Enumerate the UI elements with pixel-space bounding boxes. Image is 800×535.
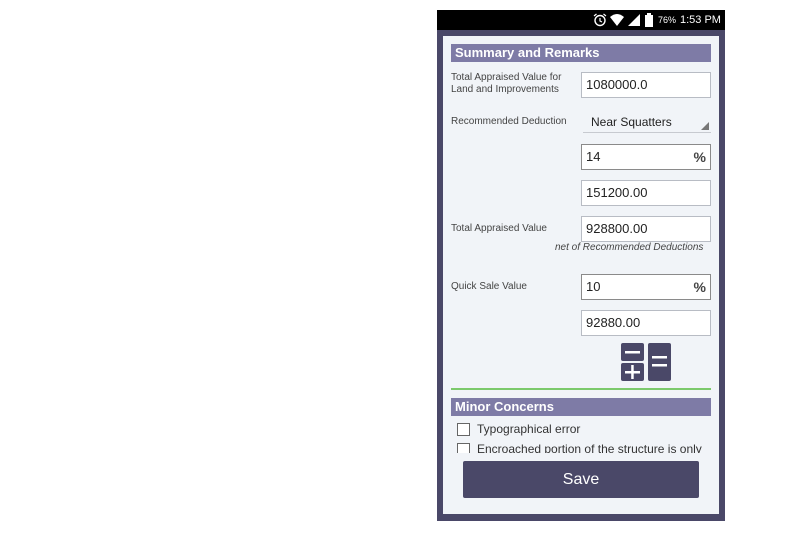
minor-concerns-header: Minor Concerns	[451, 398, 711, 416]
total-appraised-label: Total Appraised Value	[451, 223, 547, 234]
quick-sale-amount-value: 92880.00	[586, 315, 641, 330]
quick-sale-label: Quick Sale Value	[451, 281, 527, 292]
dropdown-underline	[583, 132, 711, 133]
total-appraised-value: 928800.00	[586, 221, 648, 236]
deduction-amount-field[interactable]: 151200.00	[581, 180, 711, 206]
deduction-percent-value: 14	[586, 149, 601, 164]
quick-sale-amount-field[interactable]: 92880.00	[581, 310, 711, 336]
total-land-value-field[interactable]: 1080000.0	[581, 72, 711, 98]
wifi-icon	[610, 14, 624, 26]
total-appraised-field[interactable]: 928800.00	[581, 216, 711, 242]
section-divider	[451, 388, 711, 390]
concern-label: Typographical error	[477, 422, 581, 436]
quick-sale-percent-field[interactable]: 10 %	[581, 274, 711, 300]
quick-sale-percent-value: 10	[586, 279, 601, 294]
recommended-deduction-dropdown[interactable]: Near Squatters	[583, 113, 711, 133]
calculator-icon[interactable]	[621, 343, 671, 381]
percent-icon: %	[693, 279, 706, 295]
form-card: Summary and Remarks Total Appraised Valu…	[443, 36, 719, 514]
phone-screen: 76% 1:53 PM Summary and Remarks Total Ap…	[437, 10, 725, 521]
signal-icon	[628, 14, 640, 26]
recommended-deduction-value: Near Squatters	[591, 115, 672, 129]
alarm-icon	[593, 13, 607, 27]
net-deductions-note: net of Recommended Deductions	[555, 242, 704, 253]
clock-time: 1:53 PM	[680, 14, 721, 26]
total-land-label: Total Appraised Value for Land and Impro…	[451, 72, 562, 95]
battery-icon	[645, 13, 653, 27]
recommended-deduction-label: Recommended Deduction	[451, 116, 567, 127]
dropdown-arrow-icon	[701, 122, 709, 130]
battery-percent: 76%	[658, 15, 677, 25]
save-button[interactable]: Save	[463, 461, 699, 498]
deduction-amount-value: 151200.00	[586, 185, 648, 200]
total-land-value: 1080000.0	[586, 77, 648, 92]
deduction-percent-field[interactable]: 14 %	[581, 144, 711, 170]
status-bar: 76% 1:53 PM	[437, 10, 725, 30]
summary-header: Summary and Remarks	[451, 44, 711, 62]
checkbox[interactable]	[457, 423, 470, 436]
percent-icon: %	[693, 149, 706, 165]
